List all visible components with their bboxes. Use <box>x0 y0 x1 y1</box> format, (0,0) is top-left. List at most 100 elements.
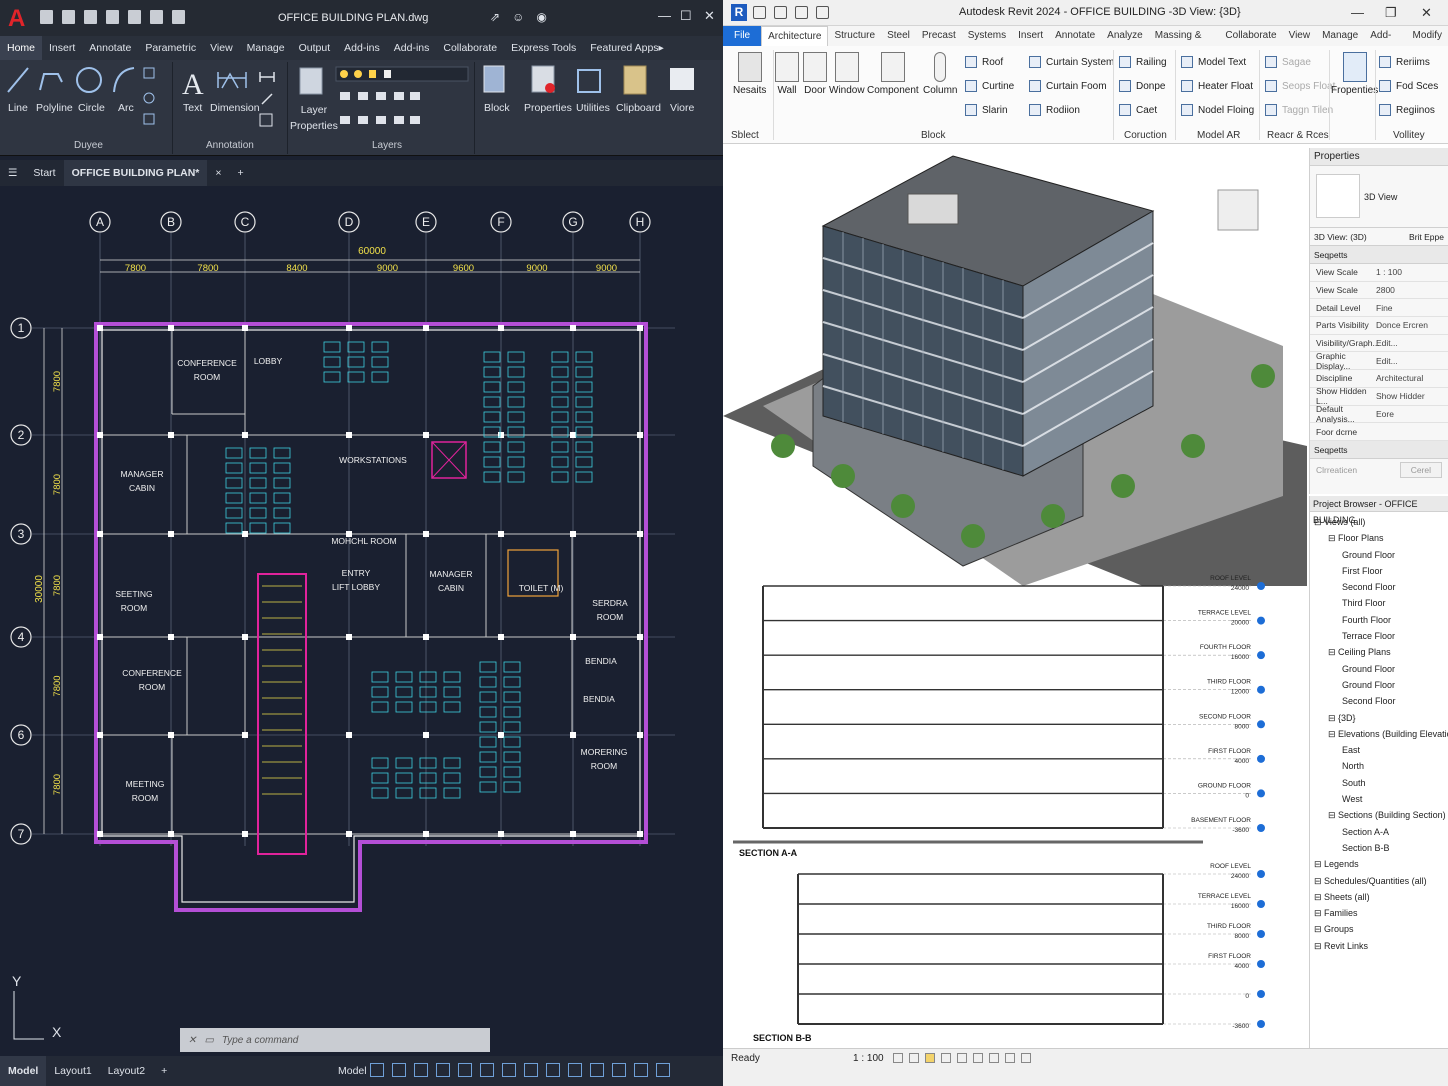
tab-modify[interactable]: Modify <box>1407 26 1448 46</box>
property-row[interactable]: Foor dcrne <box>1310 423 1448 441</box>
ortho-icon[interactable] <box>414 1063 428 1077</box>
close-button[interactable]: ✕ <box>704 8 715 24</box>
workspace-icon[interactable] <box>546 1063 560 1077</box>
room-button[interactable]: Sagae <box>1265 56 1311 68</box>
tree-item[interactable]: Second Floor <box>1310 579 1448 595</box>
revit-view-area[interactable]: ROOF LEVEL 24000 TERRACE LEVEL 20000 FOURTH … <box>723 146 1307 1048</box>
tab-manage[interactable]: Manage <box>1316 26 1364 46</box>
customize-status-icon[interactable] <box>656 1063 670 1077</box>
tab-insert[interactable]: Insert <box>42 36 82 60</box>
tree-item[interactable]: ⊟ Elevations (Building Elevation) <box>1310 726 1448 742</box>
dimension-button[interactable]: Dimension <box>210 102 260 114</box>
layout1-tab[interactable]: Layout1 <box>46 1065 99 1077</box>
ramp-button[interactable]: Donpe <box>1119 80 1165 92</box>
select-dropdown[interactable]: Sblect <box>731 130 759 141</box>
minimize-button[interactable]: — <box>658 8 671 23</box>
property-row[interactable]: Graphic Display... Edit... <box>1310 351 1448 371</box>
add-layout-button[interactable]: + <box>153 1065 175 1077</box>
tree-item[interactable]: Ground Floor <box>1310 661 1448 677</box>
maximize-button[interactable]: ☐ <box>680 8 692 24</box>
property-row[interactable]: View Scale 1 : 100 <box>1310 264 1448 282</box>
property-row[interactable]: Show Hidden L... Show Hidder <box>1310 386 1448 406</box>
otrack-icon[interactable] <box>480 1063 494 1077</box>
new-icon[interactable] <box>40 10 53 24</box>
tab-annotate[interactable]: Annotate <box>82 36 138 60</box>
tab-featured-apps[interactable]: Featured Apps▸ <box>583 36 671 60</box>
utilities-button[interactable]: Utilities <box>576 102 610 114</box>
circle-button[interactable]: Circle <box>78 102 105 114</box>
undo-icon[interactable] <box>816 6 829 19</box>
tree-item[interactable]: Terrace Floor <box>1310 628 1448 644</box>
crop-icon[interactable] <box>957 1053 967 1063</box>
tab-start[interactable]: Start <box>25 167 63 179</box>
ceiling-button[interactable]: Curtine <box>965 80 1014 92</box>
hardware-icon[interactable] <box>612 1063 626 1077</box>
shadows-icon[interactable] <box>941 1053 951 1063</box>
tree-item[interactable]: West <box>1310 791 1448 807</box>
tab-analyze[interactable]: Analyze <box>1101 26 1149 46</box>
tab-steel[interactable]: Steel <box>881 26 916 46</box>
room-separator-button[interactable]: Seops Float <box>1265 80 1335 92</box>
property-value[interactable]: Show Hidder <box>1372 391 1448 401</box>
tree-item[interactable]: ⊟ Revit Links <box>1310 938 1448 954</box>
close-cmd-icon[interactable]: ✕ <box>188 1035 196 1046</box>
snap-icon[interactable] <box>392 1063 406 1077</box>
properties-help-link[interactable]: Clrreaticen <box>1316 465 1357 475</box>
door-button[interactable]: Door <box>803 52 827 96</box>
tab-manage[interactable]: Manage <box>240 36 292 60</box>
tab-insert[interactable]: Insert <box>1012 26 1049 46</box>
tag-room-button[interactable]: Taggn Tilen <box>1265 104 1333 116</box>
annotation-icon[interactable] <box>524 1063 538 1077</box>
property-row[interactable]: Parts Visibility Donce Ercren <box>1310 317 1448 335</box>
open-icon[interactable] <box>753 6 766 19</box>
open-icon[interactable] <box>62 10 75 24</box>
tree-item[interactable]: East <box>1310 742 1448 758</box>
type-selector[interactable]: 3D View <box>1310 166 1448 228</box>
print-icon[interactable] <box>128 10 141 24</box>
roof-button[interactable]: Roof <box>965 56 1003 68</box>
floor-button[interactable]: Slarin <box>965 104 1008 116</box>
restore-button[interactable]: ❐ <box>1385 5 1397 21</box>
block-button[interactable]: Block <box>484 102 510 114</box>
property-value[interactable]: Edit... <box>1372 338 1448 348</box>
tree-item[interactable]: ⊟ {3D} <box>1310 710 1448 726</box>
graphics-section[interactable]: Seqpetts <box>1310 246 1448 264</box>
undo-icon[interactable] <box>150 10 163 24</box>
model-tab[interactable]: Model <box>0 1056 47 1086</box>
tree-item[interactable]: Second Floor <box>1310 693 1448 709</box>
tree-item[interactable]: First Floor <box>1310 563 1448 579</box>
tab-architecture[interactable]: Architecture <box>761 26 829 46</box>
view-scale[interactable]: 1 : 100 <box>853 1053 884 1064</box>
reveal-icon[interactable] <box>1021 1053 1031 1063</box>
tree-item[interactable]: ⊟ Families <box>1310 905 1448 921</box>
tree-item[interactable]: Section A-A <box>1310 824 1448 840</box>
tab-parametric[interactable]: Parametric <box>138 36 203 60</box>
tree-item[interactable]: North <box>1310 758 1448 774</box>
curtain-system-button[interactable]: Curtain System <box>1029 56 1114 68</box>
property-value[interactable]: Architectural <box>1372 373 1448 383</box>
tab-express-tools[interactable]: Express Tools <box>504 36 583 60</box>
tab-systems[interactable]: Systems <box>962 26 1012 46</box>
property-value[interactable]: Edit... <box>1372 356 1448 366</box>
datum-button-2[interactable]: Fod Sces <box>1379 80 1438 92</box>
redo-icon[interactable] <box>172 10 185 24</box>
temp-hide-icon[interactable] <box>1005 1053 1015 1063</box>
apply-button[interactable]: Cerel <box>1399 461 1442 478</box>
visual-style-icon[interactable] <box>909 1053 919 1063</box>
property-row[interactable]: Discipline Architectural <box>1310 370 1448 388</box>
menu-icon[interactable]: ☰ <box>0 167 25 179</box>
datum-button-1[interactable]: Reriims <box>1379 56 1430 68</box>
model-text-button[interactable]: Model Text <box>1181 56 1246 68</box>
saveas-icon[interactable] <box>106 10 119 24</box>
mullion-button[interactable]: Rodiion <box>1029 104 1080 116</box>
command-input[interactable]: Type a command <box>222 1035 299 1046</box>
tab-addins-2[interactable]: Add-ins <box>387 36 437 60</box>
close-button[interactable]: ✕ <box>1421 5 1432 21</box>
tab-precast[interactable]: Precast <box>916 26 962 46</box>
autocad-logo-icon[interactable]: A <box>8 5 25 33</box>
properties-button[interactable]: Properties <box>524 102 572 114</box>
tab-massing[interactable]: Massing & Site <box>1149 26 1220 61</box>
tab-view[interactable]: View <box>203 36 240 60</box>
clipboard-button[interactable]: Clipboard <box>616 102 661 114</box>
line-button[interactable]: Line <box>8 102 28 114</box>
